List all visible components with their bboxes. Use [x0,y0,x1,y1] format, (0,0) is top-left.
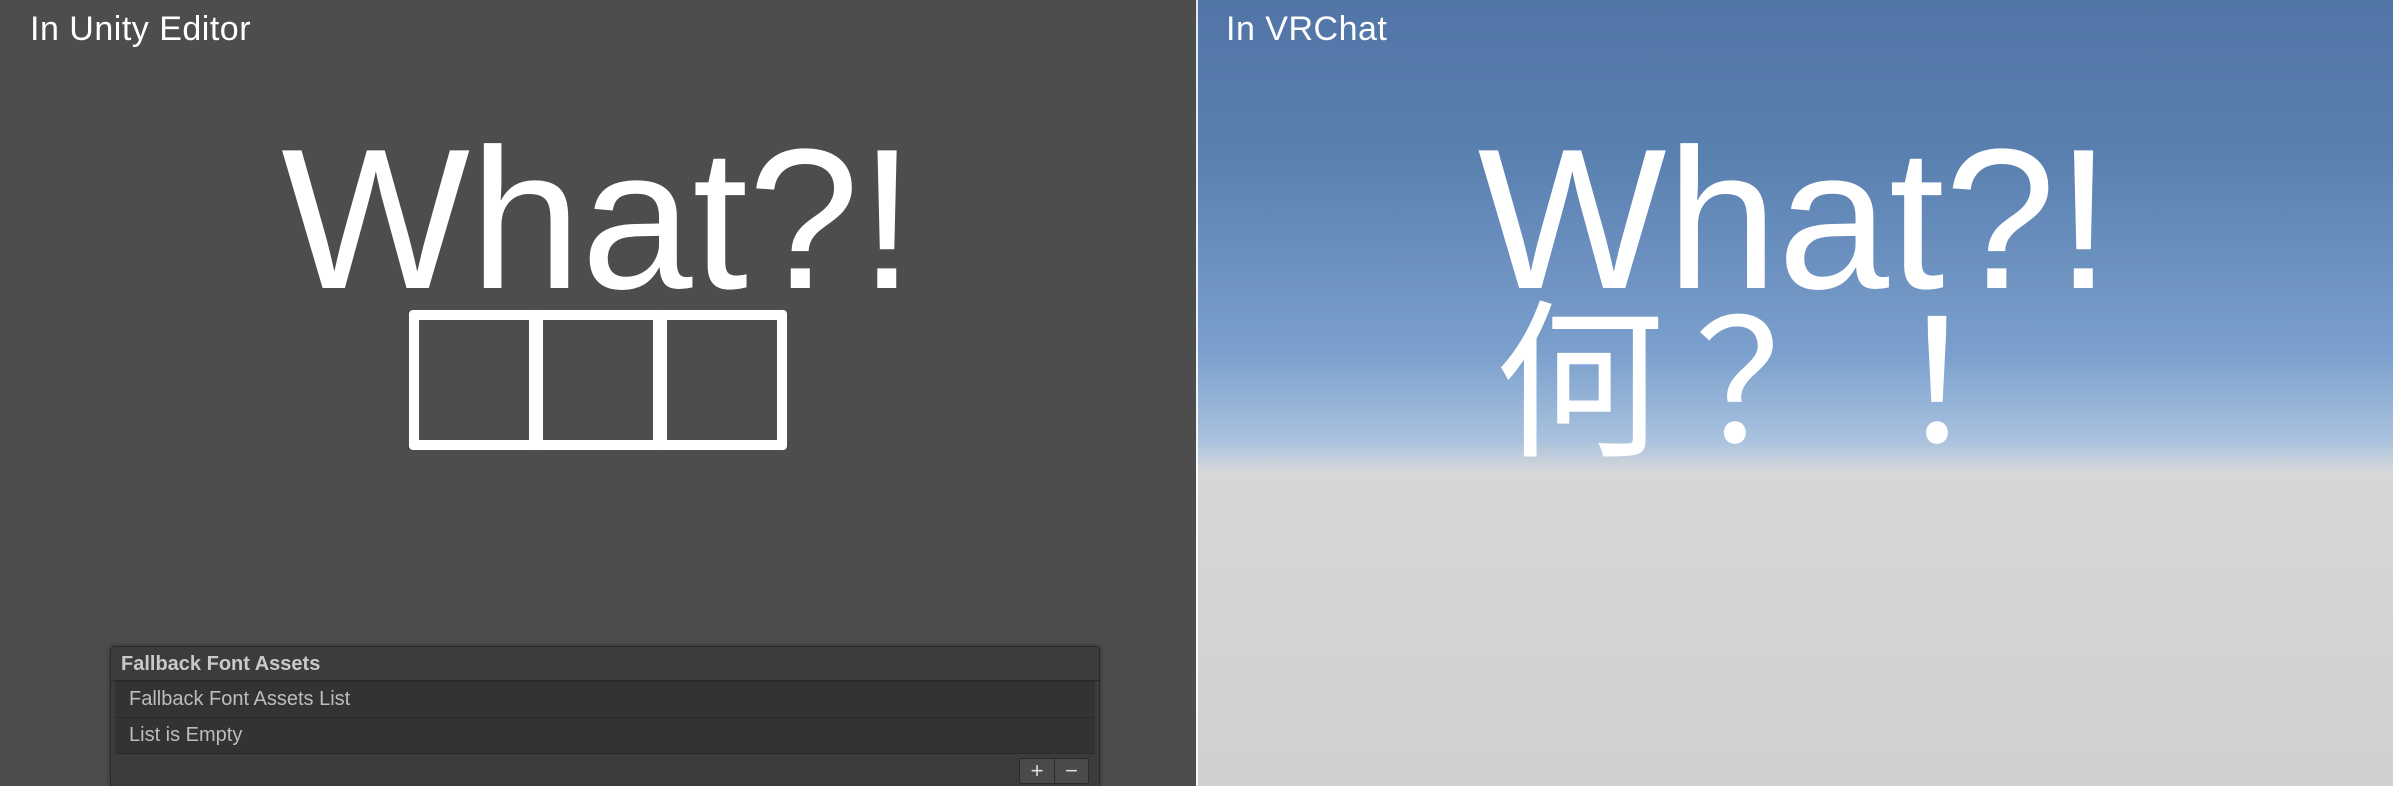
comparison-container: In Unity Editor What?! Fallback Font Ass… [0,0,2393,786]
unity-missing-glyphs-row [0,310,1196,450]
minus-icon: − [1065,760,1078,782]
unity-editor-panel: In Unity Editor What?! Fallback Font Ass… [0,0,1196,786]
inspector-section-header[interactable]: Fallback Font Assets [111,647,1099,681]
inspector-list-title: Fallback Font Assets List [115,681,1095,718]
missing-glyph-box [657,310,787,450]
unity-panel-label: In Unity Editor [30,10,251,49]
inspector-footer: + − [111,754,1099,786]
missing-glyph-box [533,310,663,450]
vrchat-panel-label: In VRChat [1226,10,1387,49]
remove-button[interactable]: − [1054,759,1088,783]
panel-divider [1196,0,1198,786]
missing-glyph-box [409,310,539,450]
add-button[interactable]: + [1020,759,1054,783]
list-buttons-group: + − [1019,758,1089,784]
vrchat-panel: In VRChat What?! 何？！ [1196,0,2393,786]
plus-icon: + [1031,760,1044,782]
fallback-font-assets-inspector: Fallback Font Assets Fallback Font Asset… [110,646,1100,786]
inspector-empty-message: List is Empty [115,718,1095,754]
vrchat-text-line2: 何？！ [1196,300,2393,470]
unity-text-line1: What?! [0,120,1196,320]
